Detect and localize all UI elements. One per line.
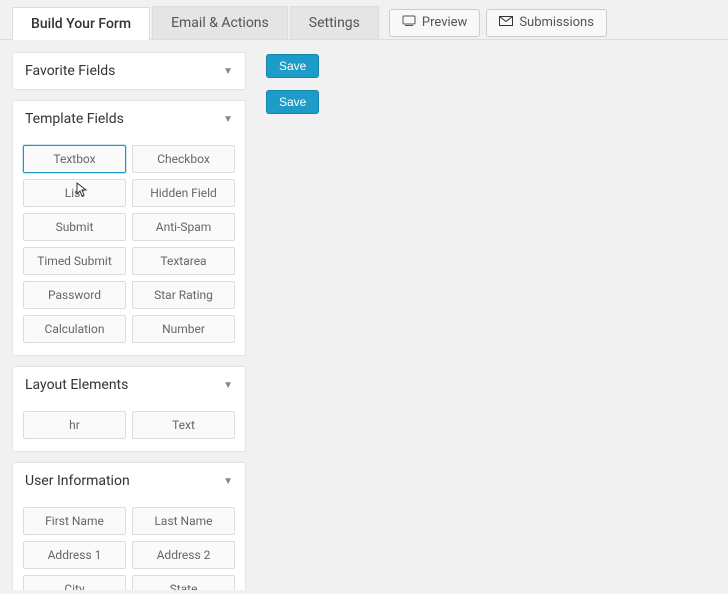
top-actions: Preview Submissions [389, 9, 607, 37]
sidebar: Favorite Fields ▼ Template Fields ▼ Text… [12, 52, 246, 578]
chevron-down-icon: ▼ [223, 66, 233, 77]
preview-button[interactable]: Preview [389, 9, 480, 37]
chevron-down-icon: ▼ [223, 380, 233, 391]
field-hidden[interactable]: Hidden Field [132, 179, 235, 207]
layout-field-grid: hr Text [23, 411, 235, 439]
form-canvas: Save Save [266, 52, 319, 578]
field-address-2[interactable]: Address 2 [132, 541, 235, 569]
panel-template-fields: Template Fields ▼ Textbox Checkbox List … [12, 100, 246, 356]
submissions-button[interactable]: Submissions [486, 9, 607, 37]
preview-icon [402, 15, 416, 31]
field-hr[interactable]: hr [23, 411, 126, 439]
panel-favorite-fields: Favorite Fields ▼ [12, 52, 246, 90]
main: Favorite Fields ▼ Template Fields ▼ Text… [0, 40, 728, 590]
tab-email-actions[interactable]: Email & Actions [152, 6, 288, 39]
tab-build[interactable]: Build Your Form [12, 7, 150, 40]
field-first-name[interactable]: First Name [23, 507, 126, 535]
envelope-icon [499, 15, 513, 30]
panel-title: Layout Elements [25, 377, 128, 393]
field-last-name[interactable]: Last Name [132, 507, 235, 535]
panel-header-favorite[interactable]: Favorite Fields ▼ [13, 53, 245, 89]
field-calculation[interactable]: Calculation [23, 315, 126, 343]
field-state[interactable]: State [132, 575, 235, 590]
chevron-down-icon: ▼ [223, 476, 233, 487]
field-textbox[interactable]: Textbox [23, 145, 126, 173]
panel-title: User Information [25, 473, 130, 489]
field-password[interactable]: Password [23, 281, 126, 309]
field-submit[interactable]: Submit [23, 213, 126, 241]
save-button[interactable]: Save [266, 90, 319, 114]
field-textarea[interactable]: Textarea [132, 247, 235, 275]
panel-header-user[interactable]: User Information ▼ [13, 463, 245, 499]
panel-user-information: User Information ▼ First Name Last Name … [12, 462, 246, 590]
panel-header-layout[interactable]: Layout Elements ▼ [13, 367, 245, 403]
preview-label: Preview [422, 15, 467, 30]
template-field-grid: Textbox Checkbox List Hidden Field Submi… [23, 145, 235, 343]
tab-settings[interactable]: Settings [290, 6, 379, 39]
field-star-rating[interactable]: Star Rating [132, 281, 235, 309]
field-address-1[interactable]: Address 1 [23, 541, 126, 569]
save-button[interactable]: Save [266, 54, 319, 78]
submissions-label: Submissions [519, 15, 594, 30]
panel-title: Favorite Fields [25, 63, 115, 79]
field-anti-spam[interactable]: Anti-Spam [132, 213, 235, 241]
tabs-row: Build Your Form Email & Actions Settings… [0, 0, 728, 40]
field-checkbox[interactable]: Checkbox [132, 145, 235, 173]
panel-header-template[interactable]: Template Fields ▼ [13, 101, 245, 137]
field-city[interactable]: City [23, 575, 126, 590]
user-field-grid: First Name Last Name Address 1 Address 2… [23, 507, 235, 590]
field-list[interactable]: List [23, 179, 126, 207]
chevron-down-icon: ▼ [223, 114, 233, 125]
field-timed-submit[interactable]: Timed Submit [23, 247, 126, 275]
panel-title: Template Fields [25, 111, 124, 127]
field-text[interactable]: Text [132, 411, 235, 439]
field-number[interactable]: Number [132, 315, 235, 343]
panel-layout-elements: Layout Elements ▼ hr Text [12, 366, 246, 452]
